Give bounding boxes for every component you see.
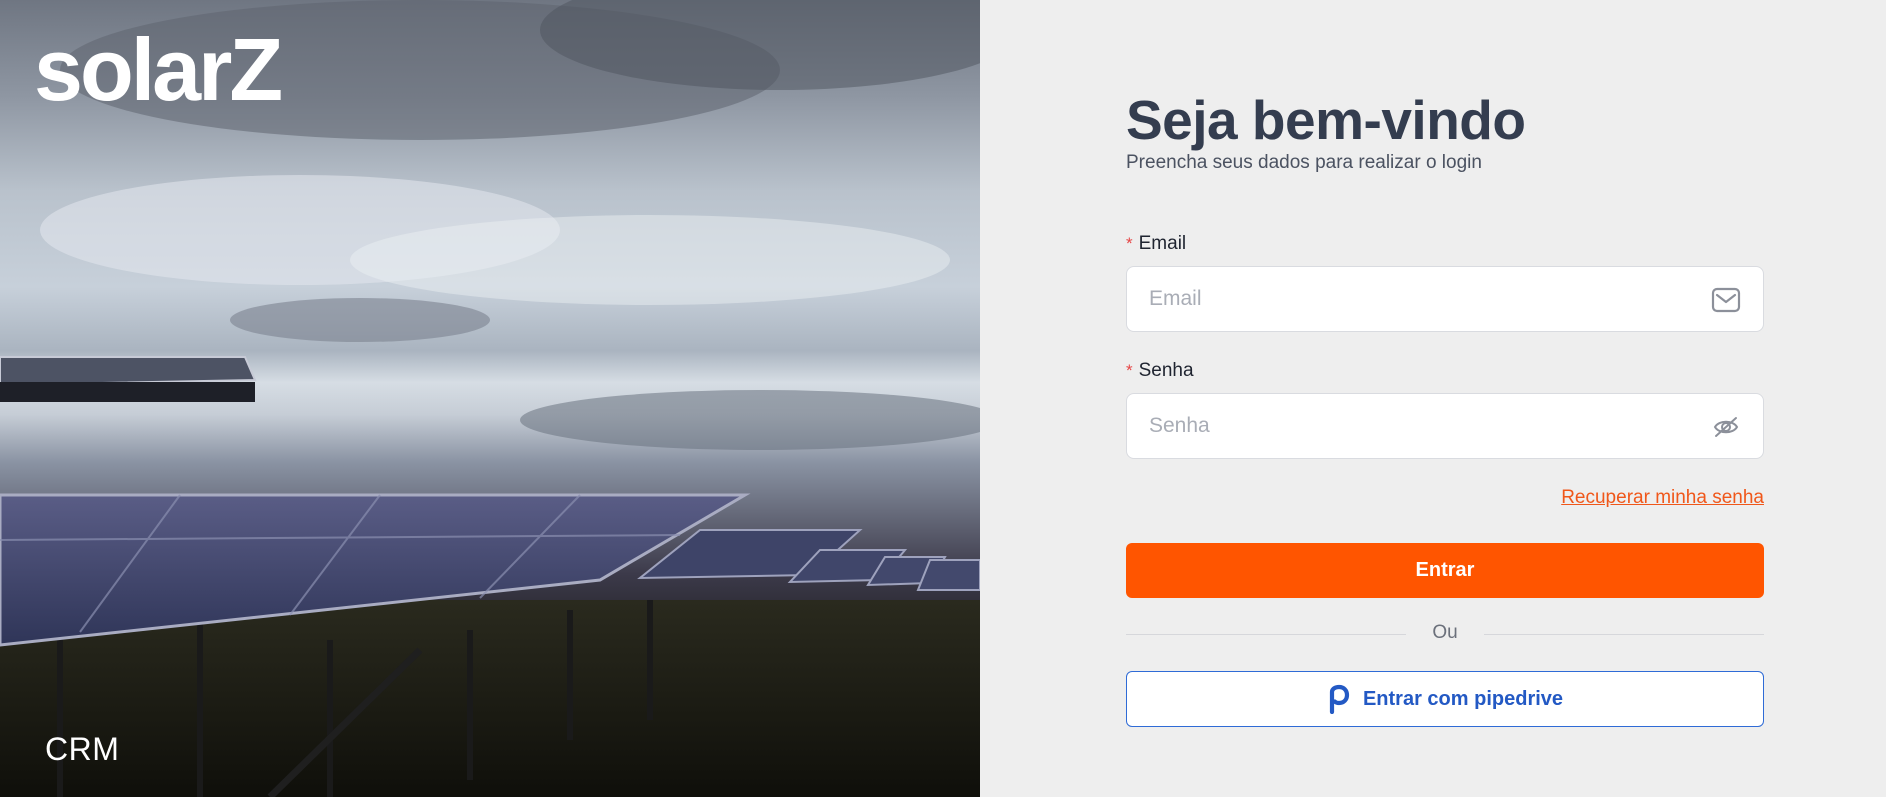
pipedrive-login-button[interactable]: Entrar com pipedrive [1126, 671, 1764, 727]
required-mark: * [1126, 361, 1133, 380]
login-button[interactable]: Entrar [1126, 543, 1764, 598]
page-title: Seja bem-vindo [1126, 89, 1526, 151]
eye-off-icon[interactable] [1711, 413, 1741, 441]
hero-image-panel: solarZ CRM [0, 0, 980, 797]
email-field-wrapper [1126, 266, 1764, 332]
required-mark: * [1126, 234, 1133, 253]
divider-line-right [1484, 634, 1764, 635]
page-subtitle: Preencha seus dados para realizar o logi… [1126, 152, 1482, 173]
password-field[interactable] [1149, 394, 1709, 458]
mail-icon [1711, 287, 1741, 313]
recover-password-link[interactable]: Recuperar minha senha [1561, 487, 1764, 509]
password-label-text: Senha [1138, 360, 1194, 381]
email-label: * Email [1126, 233, 1186, 255]
email-label-text: Email [1138, 233, 1187, 254]
pipedrive-button-label: Entrar com pipedrive [1362, 687, 1564, 710]
or-divider: Ou [1126, 622, 1764, 646]
divider-text: Ou [1432, 622, 1458, 643]
password-label: * Senha [1126, 360, 1194, 382]
product-label: CRM [45, 731, 120, 767]
password-field-wrapper [1126, 393, 1764, 459]
pipedrive-icon [1329, 684, 1350, 714]
solar-field-image [0, 0, 980, 797]
email-field[interactable] [1149, 267, 1709, 331]
logo-text: solarZ [34, 20, 281, 108]
solarz-logo: solarZ [34, 20, 284, 108]
